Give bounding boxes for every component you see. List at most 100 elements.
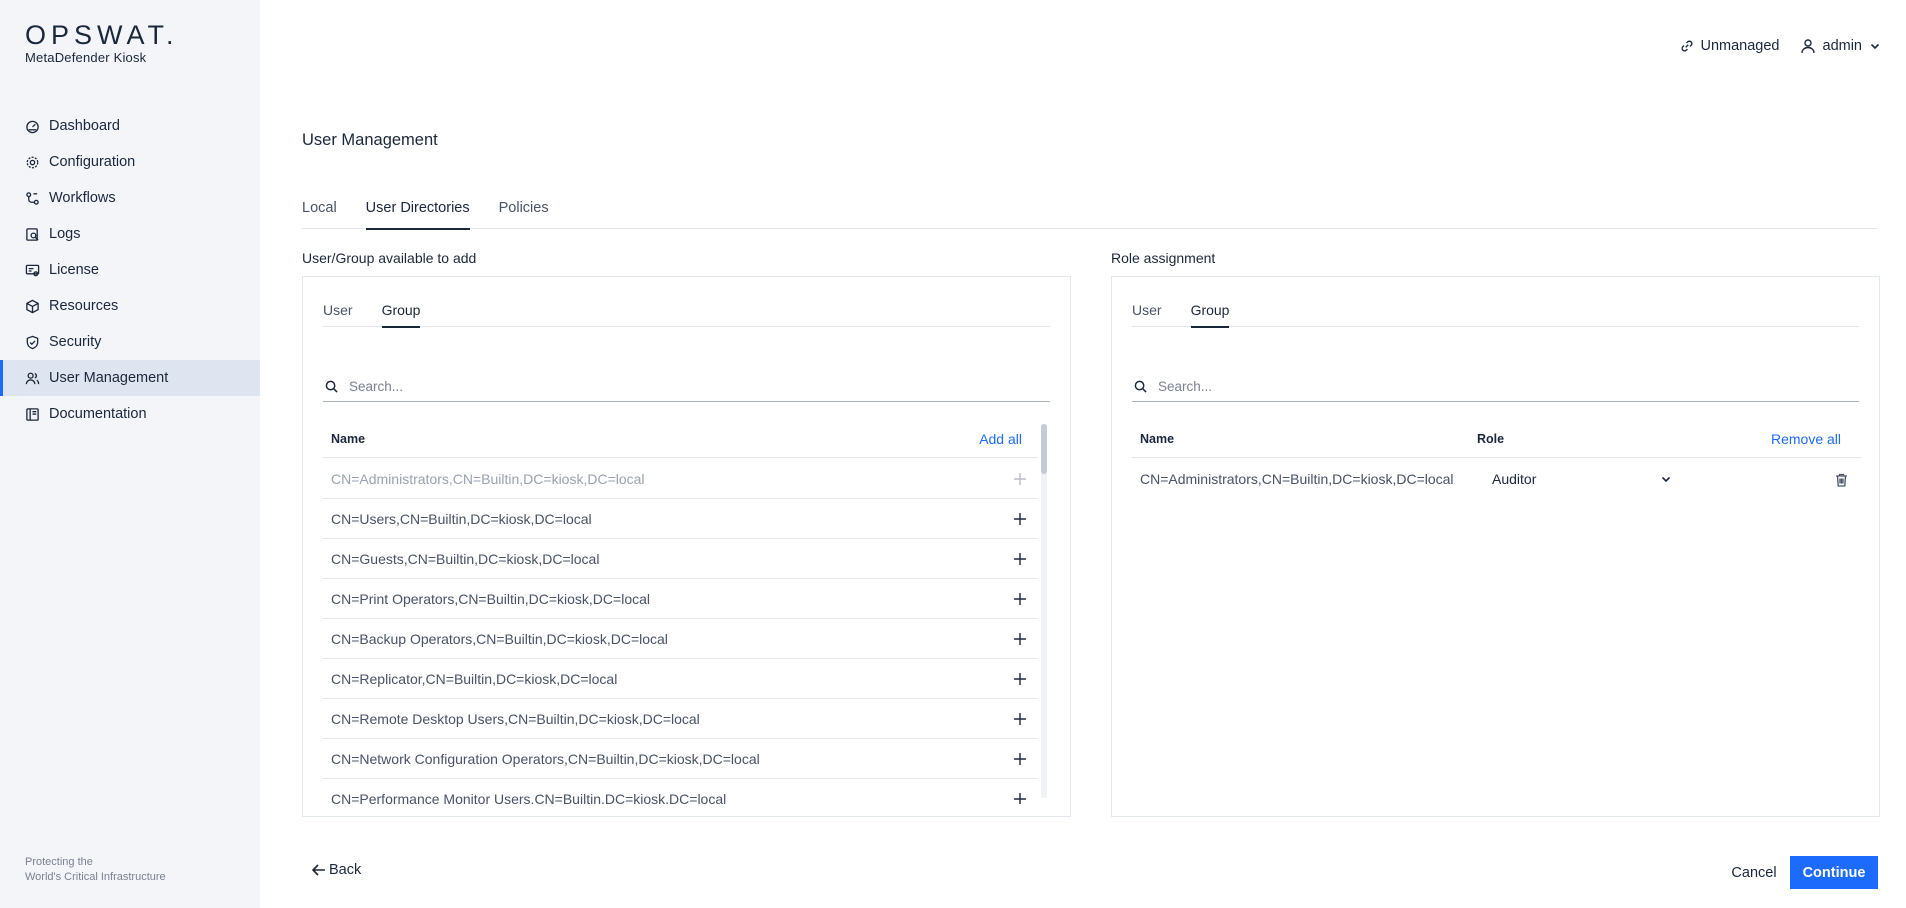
group-name: CN=Remote Desktop Users,CN=Builtin,DC=ki… <box>331 710 700 727</box>
list-scrollbar[interactable] <box>1041 424 1047 798</box>
group-name: CN=Print Operators,CN=Builtin,DC=kiosk,D… <box>331 590 650 607</box>
user-icon <box>1800 38 1816 54</box>
column-header-role: Role <box>1477 431 1505 446</box>
sidebar-item-label: Resources <box>49 298 119 314</box>
list-item: CN=Backup Operators,CN=Builtin,DC=kiosk,… <box>323 619 1038 659</box>
assignment-search <box>1132 372 1859 402</box>
add-item-button[interactable] <box>1014 672 1026 685</box>
users-icon <box>25 371 40 386</box>
assignment-table-header: Name Role Remove all <box>1132 420 1861 458</box>
page-title: User Management <box>302 131 438 149</box>
sidebar-item-label: Security <box>49 334 102 350</box>
back-label: Back <box>329 862 362 878</box>
available-panel: User Group Name Add all CN=Administrator… <box>302 276 1071 817</box>
search-input[interactable] <box>349 379 1004 394</box>
add-item-button[interactable] <box>1014 752 1026 765</box>
sidebar-item-documentation[interactable]: Documentation <box>0 396 260 432</box>
list-item: CN=Administrators,CN=Builtin,DC=kiosk,DC… <box>323 459 1038 499</box>
add-item-button[interactable] <box>1014 552 1026 565</box>
tab-local[interactable]: Local <box>302 200 337 229</box>
gear-icon <box>25 155 40 170</box>
available-sub-tabs: User Group <box>323 302 1050 328</box>
sidebar-item-workflows[interactable]: Workflows <box>0 180 260 216</box>
plus-icon <box>1014 472 1026 485</box>
unmanaged-label: Unmanaged <box>1700 38 1780 54</box>
logo-wordmark: OPSWAT. <box>25 20 179 50</box>
add-item-button[interactable] <box>1014 512 1026 525</box>
sidebar-nav: Dashboard Configuration Workflows Logs L… <box>0 108 260 432</box>
add-item-button[interactable] <box>1014 592 1026 605</box>
group-name: CN=Guests,CN=Builtin,DC=kiosk,DC=local <box>331 550 600 567</box>
continue-button[interactable]: Continue <box>1790 856 1878 889</box>
unmanaged-status[interactable]: Unmanaged <box>1680 38 1780 54</box>
user-menu[interactable]: admin <box>1800 38 1882 54</box>
logs-icon <box>25 227 40 242</box>
sidebar-item-user-management[interactable]: User Management <box>0 360 260 396</box>
sidebar-item-security[interactable]: Security <box>0 324 260 360</box>
add-item-button[interactable] <box>1014 632 1026 645</box>
arrow-left-icon <box>311 863 326 877</box>
search-input[interactable] <box>1158 379 1813 394</box>
dashboard-icon <box>25 119 40 134</box>
trash-icon <box>1835 473 1848 487</box>
sidebar-item-resources[interactable]: Resources <box>0 288 260 324</box>
available-section-label: User/Group available to add <box>302 250 477 266</box>
group-name: CN=Network Configuration Operators,CN=Bu… <box>331 750 760 767</box>
delete-button[interactable] <box>1835 473 1848 487</box>
user-name: admin <box>1822 38 1863 54</box>
add-item-button[interactable] <box>1014 792 1026 804</box>
add-item-button[interactable] <box>1014 712 1026 725</box>
tab-user[interactable]: User <box>1132 302 1162 327</box>
assignment-sub-tabs: User Group <box>1132 302 1859 328</box>
tab-group[interactable]: Group <box>1190 302 1229 328</box>
sidebar-item-label: Documentation <box>49 406 147 422</box>
sidebar-item-label: Workflows <box>49 190 116 206</box>
sidebar-item-label: Dashboard <box>49 118 120 134</box>
list-item: CN=Performance Monitor Users,CN=Builtin,… <box>323 779 1038 804</box>
sidebar-item-configuration[interactable]: Configuration <box>0 144 260 180</box>
list-item: CN=Users,CN=Builtin,DC=kiosk,DC=local <box>323 499 1038 539</box>
chevron-down-icon <box>1869 40 1881 52</box>
sidebar-item-label: Logs <box>49 226 81 242</box>
cancel-button[interactable]: Cancel <box>1726 856 1782 889</box>
role-select[interactable]: Auditor <box>1492 464 1672 494</box>
list-item: CN=Print Operators,CN=Builtin,DC=kiosk,D… <box>323 579 1038 619</box>
tagline-line1: Protecting the <box>25 856 93 868</box>
available-list: CN=Administrators,CN=Builtin,DC=kiosk,DC… <box>323 459 1038 804</box>
available-search <box>323 372 1050 402</box>
topbar: Unmanaged admin <box>1680 38 1882 54</box>
group-name: CN=Users,CN=Builtin,DC=kiosk,DC=local <box>331 510 592 527</box>
group-name: CN=Replicator,CN=Builtin,DC=kiosk,DC=loc… <box>331 670 618 687</box>
back-button[interactable]: Back <box>311 862 361 878</box>
sidebar-item-dashboard[interactable]: Dashboard <box>0 108 260 144</box>
group-name: CN=Performance Monitor Users,CN=Builtin,… <box>331 790 727 805</box>
logo[interactable]: OPSWAT. MetaDefender Kiosk <box>25 20 179 66</box>
column-header-name: Name <box>331 431 366 446</box>
role-value: Auditor <box>1492 471 1537 487</box>
book-icon <box>25 407 40 422</box>
tab-user-directories[interactable]: User Directories <box>365 200 470 230</box>
available-table-header: Name Add all <box>323 420 1038 458</box>
license-icon <box>25 263 40 278</box>
assignment-section-label: Role assignment <box>1111 250 1216 266</box>
tab-user[interactable]: User <box>323 302 353 327</box>
link-icon <box>1680 39 1694 53</box>
tab-group[interactable]: Group <box>381 302 420 328</box>
column-header-name: Name <box>1140 431 1175 446</box>
tab-policies[interactable]: Policies <box>499 200 549 229</box>
group-name: CN=Administrators,CN=Builtin,DC=kiosk,DC… <box>331 470 645 487</box>
chevron-down-icon <box>1660 473 1672 485</box>
main-tabs: Local User Directories Policies <box>302 200 1878 230</box>
search-icon <box>325 380 338 393</box>
workflow-icon <box>25 191 40 206</box>
add-all-button[interactable]: Add all <box>979 431 1022 447</box>
sidebar-item-license[interactable]: License <box>0 252 260 288</box>
sidebar-item-logs[interactable]: Logs <box>0 216 260 252</box>
scrollbar-thumb[interactable] <box>1041 424 1047 474</box>
sidebar-item-label: User Management <box>49 370 169 386</box>
search-icon <box>1134 380 1147 393</box>
sidebar-item-label: Configuration <box>49 154 136 170</box>
remove-all-button[interactable]: Remove all <box>1771 431 1841 447</box>
list-item: CN=Network Configuration Operators,CN=Bu… <box>323 739 1038 779</box>
app-root: OPSWAT. MetaDefender Kiosk Dashboard Con… <box>0 0 1906 908</box>
